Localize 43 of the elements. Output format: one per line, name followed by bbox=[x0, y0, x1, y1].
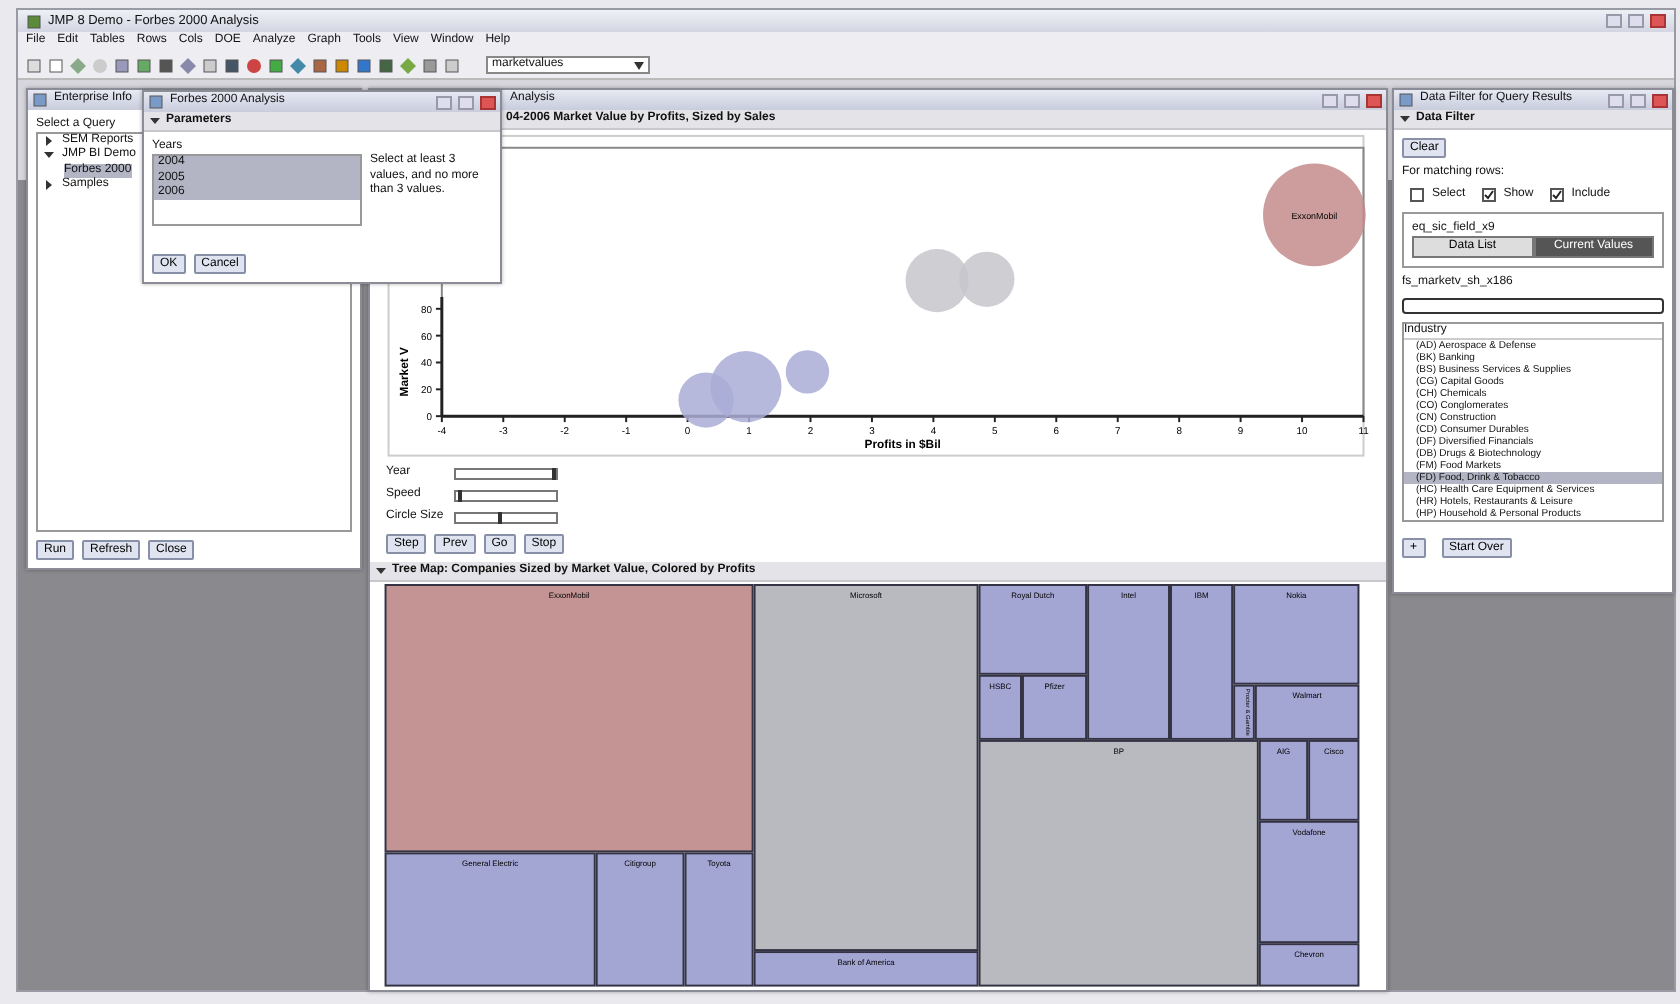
treemap-tile[interactable] bbox=[1254, 684, 1360, 740]
checked-checkbox[interactable] bbox=[1481, 188, 1496, 203]
y-axis bbox=[434, 297, 444, 418]
checked-checkbox[interactable] bbox=[1549, 188, 1564, 203]
app-icon[interactable] bbox=[26, 13, 42, 29]
treemap-tile[interactable] bbox=[384, 583, 754, 852]
treemap-tile[interactable] bbox=[1258, 820, 1360, 943]
treemap-tile[interactable] bbox=[384, 851, 596, 987]
treemap-tile[interactable] bbox=[1258, 942, 1360, 987]
range-field[interactable] bbox=[1402, 298, 1664, 315]
treemap-tile[interactable] bbox=[978, 583, 1088, 675]
treemap-tile[interactable] bbox=[1170, 583, 1234, 740]
expanded-icon[interactable] bbox=[1400, 114, 1410, 125]
treemap-tile[interactable] bbox=[1233, 583, 1360, 685]
bubble[interactable] bbox=[1263, 163, 1366, 267]
window-icon[interactable] bbox=[148, 94, 164, 110]
expanded-icon[interactable] bbox=[44, 150, 54, 161]
expanded-icon[interactable] bbox=[376, 565, 386, 576]
window-icon[interactable] bbox=[1398, 92, 1414, 108]
treemap-tile[interactable] bbox=[753, 583, 979, 951]
slider[interactable] bbox=[454, 511, 558, 524]
close-button[interactable] bbox=[1366, 93, 1382, 107]
bubble[interactable] bbox=[710, 351, 782, 423]
treemap-tile[interactable] bbox=[684, 851, 754, 987]
checkbox[interactable] bbox=[1410, 188, 1424, 203]
expanded-icon[interactable] bbox=[150, 116, 160, 127]
slider[interactable] bbox=[454, 467, 558, 480]
collapsed-icon[interactable] bbox=[44, 136, 54, 147]
caret-icon bbox=[634, 61, 644, 69]
treemap-tile[interactable] bbox=[978, 674, 1022, 740]
treemap-tile[interactable] bbox=[1022, 674, 1088, 740]
treemap-tile[interactable] bbox=[978, 739, 1259, 987]
collapsed-icon[interactable] bbox=[44, 179, 54, 190]
treemap-tile[interactable] bbox=[1233, 684, 1255, 740]
treemap-tile[interactable] bbox=[1087, 583, 1170, 740]
window-icon[interactable] bbox=[32, 92, 48, 108]
treemap-tile[interactable] bbox=[1308, 739, 1360, 821]
treemap-tile[interactable] bbox=[1258, 739, 1309, 821]
treemap-tile[interactable] bbox=[595, 851, 685, 987]
close-button[interactable] bbox=[1652, 93, 1668, 107]
close-button[interactable] bbox=[480, 95, 496, 109]
slider[interactable] bbox=[454, 489, 558, 502]
treemap-tile[interactable] bbox=[753, 950, 979, 987]
